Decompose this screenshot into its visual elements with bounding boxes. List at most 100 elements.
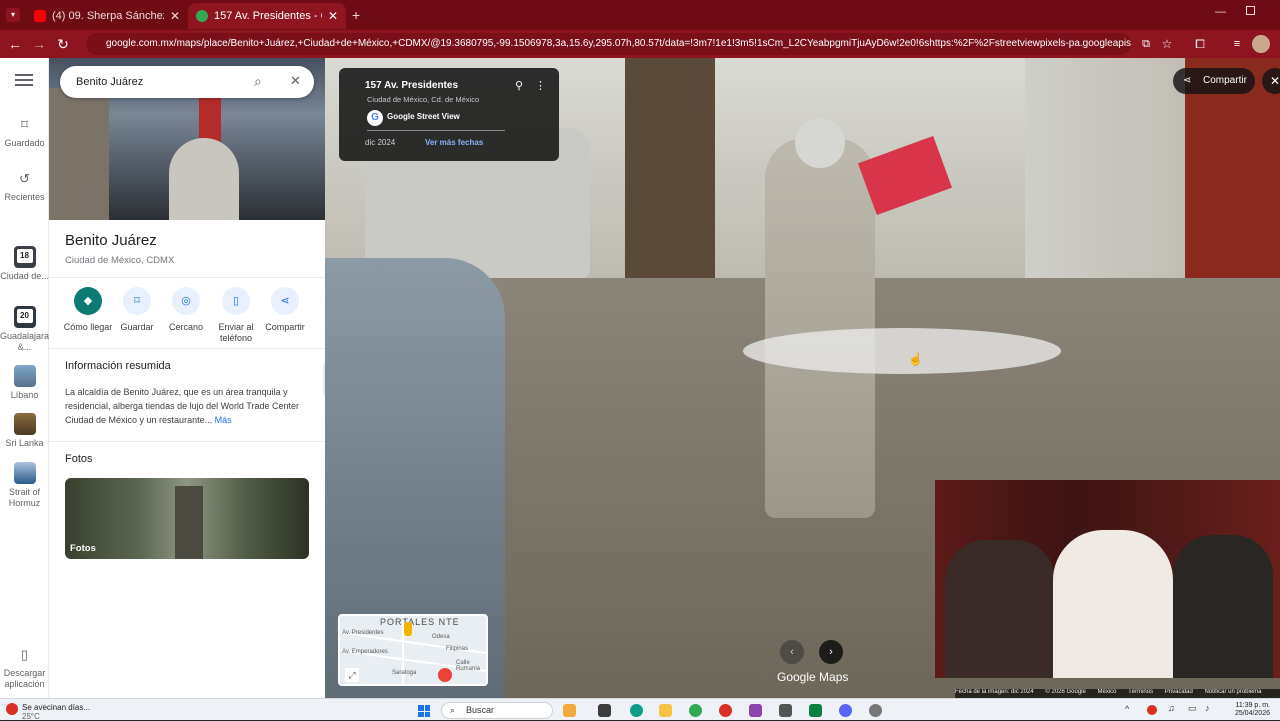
- extensions-icon[interactable]: ⧠: [1191, 35, 1209, 53]
- close-icon: ✕: [1269, 74, 1280, 88]
- navigation-ring[interactable]: [743, 328, 1061, 374]
- taskbar-search[interactable]: ⌕ Buscar: [441, 702, 553, 719]
- more-options-icon[interactable]: ⋮: [535, 79, 546, 92]
- search-box: ⌕ ✕: [60, 66, 314, 98]
- more-dates-link[interactable]: Ver más fechas: [425, 138, 483, 147]
- install-icon[interactable]: ⧉: [1137, 35, 1155, 53]
- history-icon: ↺: [19, 170, 30, 186]
- url-field[interactable]: google.com.mx/maps/place/Benito+Juárez,+…: [86, 33, 1131, 55]
- share-icon: ⋖: [271, 287, 299, 315]
- rail-item-saved[interactable]: ⌑ Guardado: [0, 114, 49, 149]
- rail-label: Sri Lanka: [5, 438, 44, 448]
- terms-link[interactable]: Términos: [1128, 689, 1153, 695]
- microphone-icon[interactable]: ♫: [1168, 703, 1175, 713]
- menu-icon[interactable]: ≡: [1228, 35, 1246, 53]
- directions-icon: ◆: [74, 287, 102, 315]
- rail-item-ciudad[interactable]: 18 Ciudad de...: [0, 246, 49, 282]
- youtube-icon: [34, 10, 46, 22]
- minimize-icon[interactable]: —: [1215, 6, 1226, 18]
- new-tab-icon[interactable]: +: [352, 7, 360, 23]
- settings-icon[interactable]: [869, 704, 882, 717]
- share-street-view-button[interactable]: ⋖ Compartir: [1173, 68, 1255, 94]
- hamburger-icon[interactable]: [15, 74, 33, 86]
- phone-icon: ▯: [20, 646, 29, 662]
- more-link[interactable]: Más: [215, 415, 232, 425]
- app-icon[interactable]: [809, 704, 822, 717]
- photo-label: Fotos: [70, 543, 96, 554]
- tab-list-icon[interactable]: ▾: [6, 8, 20, 22]
- chrome-icon[interactable]: [689, 704, 702, 717]
- map-footer: Fecha de la imagen: dic 2024 © 2026 Goog…: [955, 689, 1280, 698]
- start-icon[interactable]: [418, 705, 430, 717]
- rail-item-libano[interactable]: Líbano: [0, 365, 49, 401]
- expand-icon[interactable]: ⤢: [345, 668, 359, 682]
- tab-youtube[interactable]: (4) 09. Sherpa Sánchez - Party S ✕: [26, 3, 188, 29]
- clock[interactable]: 11:39 p. m. 25/04/2026: [1220, 702, 1270, 718]
- close-tab-icon[interactable]: ✕: [328, 9, 338, 23]
- directions-button[interactable]: ◆ Cómo llegar: [63, 287, 113, 333]
- nearby-button[interactable]: ◎ Cercano: [161, 287, 211, 333]
- bookmark-icon: ⌑: [21, 116, 28, 132]
- street-view-info-card: 157 Av. Presidentes Ciudad de México, Cd…: [339, 68, 559, 161]
- street-view-brand: Google Street View: [387, 112, 460, 121]
- copyright: © 2026 Google: [1045, 689, 1086, 695]
- action-label: Guardar: [120, 322, 154, 332]
- back-icon[interactable]: ←: [6, 35, 24, 53]
- send-to-phone-button[interactable]: ▯ Enviar al teléfono: [211, 287, 261, 344]
- next-button[interactable]: ›: [819, 640, 843, 664]
- report-link[interactable]: Notificar un problema: [1204, 689, 1261, 695]
- mini-map[interactable]: PORTALES NTE Av. Presidentes Av. Emperad…: [338, 614, 488, 686]
- place-thumbnail: 18: [13, 246, 36, 268]
- rail-item-recent[interactable]: ↺ Recientes: [0, 168, 49, 203]
- download-app[interactable]: ▯ Descargar aplicación: [0, 644, 49, 690]
- divider: [367, 130, 505, 131]
- rail-item-guadalajara[interactable]: 20 Guadalajara &...: [0, 306, 49, 353]
- person-shape: [1053, 530, 1173, 678]
- avatar[interactable]: [1252, 35, 1270, 53]
- share-button[interactable]: ⋖ Compartir: [260, 287, 310, 333]
- pegman-icon[interactable]: [404, 622, 412, 636]
- location-pin-icon[interactable]: ⚲: [515, 79, 523, 92]
- task-view-icon[interactable]: [598, 704, 611, 717]
- photo-tile[interactable]: Fotos: [65, 478, 309, 559]
- privacy-link[interactable]: Privacidad: [1165, 689, 1193, 695]
- app-icon[interactable]: [749, 704, 762, 717]
- rail-item-sri-lanka[interactable]: Sri Lanka: [0, 413, 49, 449]
- tab-title: (4) 09. Sherpa Sánchez - Party S: [52, 10, 164, 22]
- google-g-icon: G: [367, 110, 383, 126]
- maximize-icon[interactable]: [1246, 6, 1255, 15]
- widgets-icon[interactable]: [563, 704, 576, 717]
- tray-chevron-icon[interactable]: ^: [1125, 704, 1129, 714]
- close-icon[interactable]: ✕: [290, 73, 301, 89]
- app-icon[interactable]: [719, 704, 732, 717]
- tray-app-icon[interactable]: [1147, 705, 1157, 715]
- forward-icon[interactable]: →: [30, 35, 48, 53]
- share-label: Compartir: [1203, 75, 1247, 86]
- weather-widget[interactable]: Se avecinan días... 25°C: [22, 703, 90, 721]
- file-explorer-icon[interactable]: [659, 704, 672, 717]
- volume-icon[interactable]: ♪: [1205, 703, 1210, 713]
- google-maps-logo: Google Maps: [777, 670, 849, 684]
- summary-heading: Información resumida: [65, 360, 171, 372]
- weather-icon: [6, 703, 18, 715]
- edge-icon[interactable]: [630, 704, 643, 717]
- street-address: 157 Av. Presidentes: [365, 80, 459, 91]
- save-button[interactable]: ⌑ Guardar: [112, 287, 162, 333]
- tab-google-maps[interactable]: 157 Av. Presidentes - Google M ✕: [188, 3, 346, 29]
- place-panel: ⌕ ✕ Benito Juárez Ciudad de México, CDMX…: [49, 58, 325, 698]
- region-link[interactable]: México: [1098, 689, 1117, 695]
- previous-button[interactable]: ‹: [780, 640, 804, 664]
- search-icon[interactable]: ⌕: [254, 73, 262, 90]
- search-input[interactable]: [76, 66, 246, 98]
- network-icon[interactable]: ▭: [1188, 703, 1197, 714]
- app-icon[interactable]: [779, 704, 792, 717]
- rail-label: Guardado: [4, 138, 45, 148]
- discord-icon[interactable]: [839, 704, 852, 717]
- place-thumbnail: [13, 413, 36, 435]
- star-icon[interactable]: ☆: [1158, 35, 1176, 53]
- bookmark-icon: ⌑: [123, 287, 151, 315]
- count-badge: 18: [16, 249, 33, 263]
- reload-icon[interactable]: ↻: [54, 35, 72, 53]
- close-tab-icon[interactable]: ✕: [170, 9, 180, 23]
- rail-item-hormuz[interactable]: Strait of Hormuz: [0, 462, 49, 509]
